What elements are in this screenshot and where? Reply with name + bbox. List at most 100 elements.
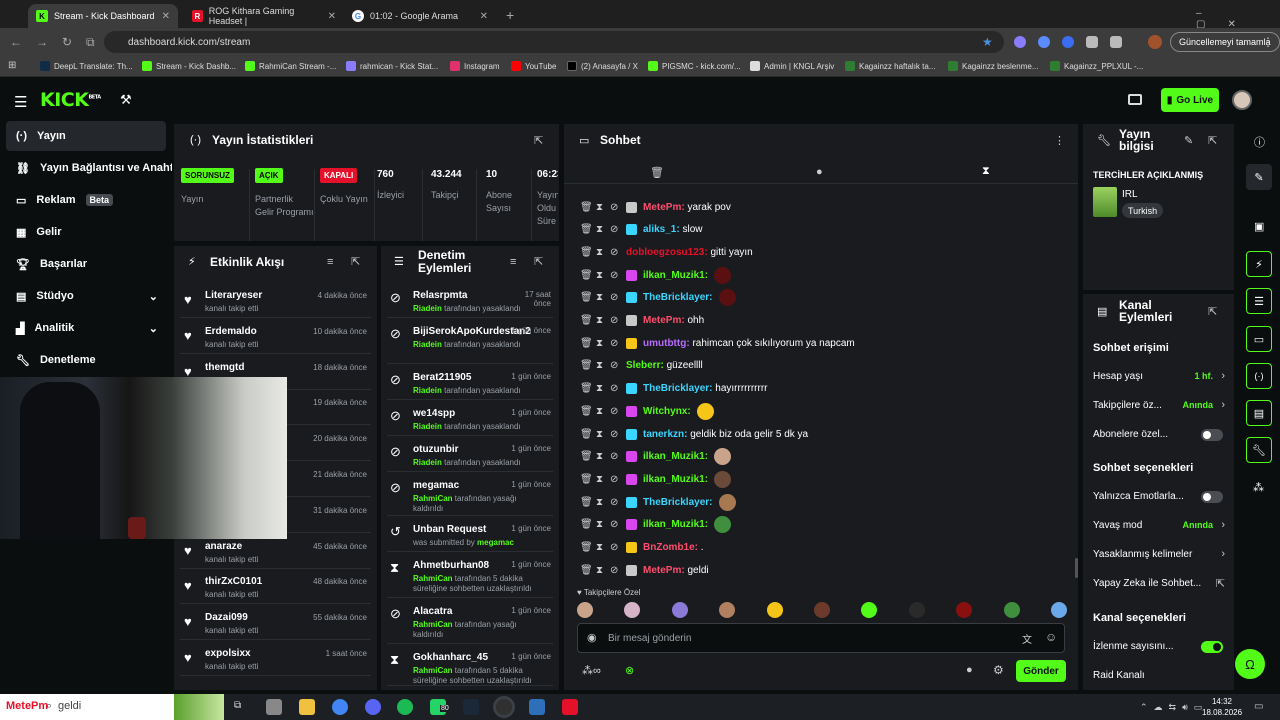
ban-icon[interactable]: ⊘ (610, 383, 620, 394)
bookmark[interactable]: Stream - Kick Dashb... (142, 58, 236, 74)
browser-tab-kick[interactable]: K Stream - Kick Dashboard ✕ (28, 4, 178, 28)
ban-icon[interactable]: ⊘ (610, 429, 620, 440)
emote-icon[interactable] (908, 602, 925, 618)
nav-buttons[interactable]: ←→↻⧉ (10, 35, 109, 50)
emote-icon[interactable] (766, 602, 783, 618)
task-view-icon[interactable]: ⧉ (234, 700, 241, 711)
ban-icon[interactable]: ⊘ (610, 270, 620, 281)
extension-icon[interactable] (1014, 36, 1026, 48)
extension-icon[interactable] (1038, 36, 1050, 48)
bookmark[interactable]: Kagainzz haftalık ta... (845, 58, 936, 74)
hourglass-icon[interactable]: ⧗ (596, 474, 604, 485)
ban-icon[interactable]: ⊘ (610, 338, 620, 349)
emote-only-toggle[interactable] (1201, 491, 1223, 503)
bookmark[interactable]: PIGSMC - kick.com/... (648, 58, 741, 74)
subscribers-only-toggle[interactable] (1201, 429, 1223, 441)
chat-message[interactable]: 🗑︎ ⧗ ⊘ MetePm: yarak pov (580, 197, 731, 217)
emote-icon[interactable] (1051, 602, 1067, 618)
chat-username[interactable]: aliks_1 (643, 224, 676, 235)
chat-message[interactable]: 🗑︎ ⧗ ⊘ TheBricklayer: (580, 492, 736, 512)
file-explorer-icon[interactable] (299, 699, 315, 715)
ban-icon[interactable]: ⊘ (610, 202, 620, 213)
sidebar-item-denetleme[interactable]: 🔧︎ Denetleme (6, 345, 166, 375)
video-icon[interactable]: ▣ (1254, 220, 1264, 233)
bookmark[interactable]: Instagram (450, 58, 500, 74)
popout-icon[interactable]: ⇱ (1208, 134, 1217, 147)
sidebar-item-stream-key[interactable]: ⛓Yayın Bağlantısı ve Anahtarı (6, 153, 172, 183)
hourglass-icon[interactable]: ⧗ (596, 292, 604, 303)
spotify-icon[interactable] (397, 699, 413, 715)
chat-input[interactable]: ◉ Bir mesaj gönderin 文 ☺ (577, 623, 1065, 653)
chat-message[interactable]: 🗑︎ ⧗ ⊘ dobloegzosu123: gitti yayın (580, 242, 753, 262)
hourglass-icon[interactable]: ⧗ (596, 406, 604, 417)
bookmark-star-icon[interactable]: ★ (982, 35, 993, 49)
chat-username[interactable]: BnZomb1e (643, 542, 695, 553)
close-tab-icon[interactable]: ✕ (328, 11, 336, 22)
trash-icon[interactable]: 🗑︎ (580, 451, 593, 462)
bookmark[interactable]: DeepL Translate: Th... (40, 58, 133, 74)
emote-icon[interactable] (671, 602, 688, 618)
steam-icon[interactable] (463, 699, 479, 715)
go-live-button[interactable]: ▮ Go Live (1161, 88, 1219, 112)
hourglass-icon[interactable]: ⧗ (596, 315, 604, 326)
ban-icon[interactable]: ⊘ (610, 451, 620, 462)
chat-bubble-icon[interactable]: ● (816, 166, 823, 178)
banned-words-row[interactable]: Yasaklanmış kelimeler › (1093, 548, 1225, 563)
chat-message[interactable]: 🗑︎ ⧗ ⊘ TheBricklayer: hayırrrrrrrrrr (580, 379, 767, 399)
ban-icon[interactable]: ⊘ (610, 224, 620, 235)
trash-icon[interactable]: 🗑︎ (580, 406, 593, 417)
taskbar-search[interactable]: MetePm ⌕ geldi (0, 694, 224, 720)
hourglass-icon[interactable]: ⧗ (596, 202, 604, 213)
browser-tab-google[interactable]: G 01:02 - Google Arama ✕ (344, 4, 496, 28)
support-button[interactable]: Ω (1235, 649, 1265, 679)
rail-stream-info-button[interactable]: 🔧︎ (1246, 437, 1272, 463)
hourglass-icon[interactable]: ⧗ (596, 497, 604, 508)
close-tab-icon[interactable]: ✕ (480, 11, 488, 22)
info-icon[interactable]: ⓘ (1254, 134, 1265, 150)
chat-username[interactable]: ilkan_Muzik1 (643, 519, 705, 530)
hourglass-icon[interactable]: ⧗ (596, 565, 604, 576)
moderation-item[interactable]: ⊘ megamac RahmiCan tarafından yasağı kal… (387, 474, 553, 516)
rail-moderation-button[interactable]: ☰ (1246, 288, 1272, 314)
chat-username[interactable]: ilkan_Muzik1 (643, 270, 705, 281)
hourglass-icon[interactable]: ⧗ (596, 383, 604, 394)
hourglass-icon[interactable]: ⧗ (596, 224, 604, 235)
moderation-item[interactable]: ⊘ we14spp Riadein tarafından yasaklandı … (387, 402, 553, 436)
trash-icon[interactable]: 🗑︎ (580, 429, 593, 440)
sidebar-item-studyo[interactable]: ▤ Stüdyo ⌄ (6, 281, 166, 311)
app-icon[interactable] (529, 699, 545, 715)
puzzle-icon[interactable] (1110, 36, 1122, 48)
apps-grid-icon[interactable]: ⊞ (8, 60, 16, 71)
trash-icon[interactable]: 🗑︎ (580, 202, 593, 213)
popout-icon[interactable]: ⇱ (351, 255, 360, 268)
hourglass-icon[interactable]: ⧗ (596, 360, 604, 371)
trash-icon[interactable]: 🗑︎ (580, 497, 593, 508)
slow-mode-row[interactable]: Yavaş mod Anında › (1093, 519, 1225, 534)
chat-username[interactable]: TheBricklayer (643, 292, 709, 303)
extension-icon[interactable] (1062, 36, 1074, 48)
clock[interactable]: 14:32 18.08.2026 (1202, 696, 1242, 718)
ban-icon[interactable]: ⊘ (610, 406, 620, 417)
chat-message[interactable]: 🗑︎ ⧗ ⊘ ilkan_Muzik1: (580, 447, 732, 467)
popout-icon[interactable]: ⇱ (534, 134, 543, 147)
close-tab-icon[interactable]: ✕ (162, 11, 170, 22)
chat-message[interactable]: 🗑︎ ⧗ ⊘ TheBricklayer: (580, 288, 736, 308)
hammer-icon[interactable]: ⚒ (120, 92, 132, 108)
activity-item[interactable]: ♥ expolsixx kanalı takip etti 1 saat önc… (180, 642, 371, 676)
bookmark[interactable]: Kagainzz beslenme... (948, 58, 1039, 74)
rail-edit-button[interactable]: ✎ (1246, 164, 1272, 190)
menu-kebab-icon[interactable]: ⋮ (1054, 134, 1065, 147)
chat-username[interactable]: tanerkzn (643, 429, 684, 440)
chat-message[interactable]: 🗑︎ ⧗ ⊘ Witchynx: (580, 401, 714, 421)
sharing-icon[interactable]: ⁂ (1253, 481, 1264, 494)
hourglass-icon[interactable]: ⧗ (596, 451, 604, 462)
system-tray[interactable]: ⌃☁⇆🔊︎▭ (1140, 702, 1208, 713)
raid-channel-row[interactable]: Raid Kanalı (1093, 670, 1225, 684)
chat-message[interactable]: 🗑︎ ⧗ ⊘ ilkan_Muzik1: (580, 265, 732, 285)
trash-icon[interactable]: 🗑︎ (580, 338, 593, 349)
moderation-item[interactable]: ⊘ Alacatra RahmiCan tarafından yasağı ka… (387, 600, 553, 644)
trash-icon[interactable]: 🗑︎ (580, 565, 593, 576)
moderation-item[interactable]: ⊘ BijiSerokApoKurdestan21 Riadein tarafı… (387, 320, 553, 364)
chat-username[interactable]: ilkan_Muzik1 (643, 451, 705, 462)
obs-icon[interactable] (493, 696, 515, 718)
